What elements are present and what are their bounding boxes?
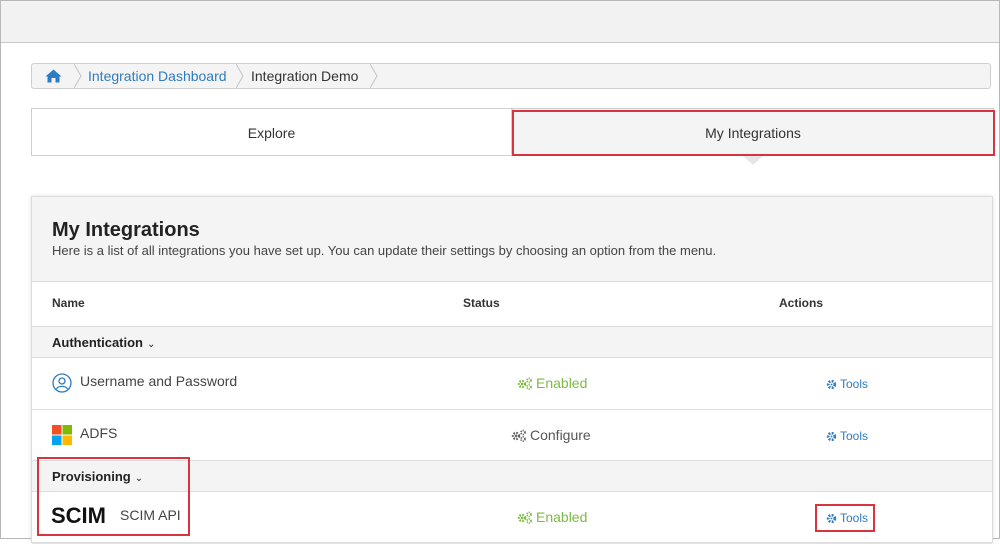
column-header-status: Status xyxy=(463,296,500,310)
group-label: Authentication xyxy=(52,335,143,350)
breadcrumb-separator xyxy=(236,64,244,88)
group-row-provisioning: Provisioning ⌄ xyxy=(32,460,992,492)
tab-my-integrations[interactable]: My Integrations xyxy=(512,108,994,156)
group-label: Provisioning xyxy=(52,469,131,484)
chevron-down-icon: ⌄ xyxy=(147,339,156,350)
tools-button[interactable]: Tools xyxy=(826,429,868,443)
gears-icon xyxy=(511,429,526,442)
gears-icon xyxy=(517,377,532,390)
tools-label: Tools xyxy=(840,377,869,391)
group-toggle-provisioning[interactable]: Provisioning ⌄ xyxy=(52,469,143,484)
status-configure[interactable]: Configure xyxy=(511,427,591,443)
tools-label: Tools xyxy=(840,511,869,525)
status-text: Configure xyxy=(530,427,591,443)
panel-description: Here is a list of all integrations you h… xyxy=(52,243,717,258)
table-row: ADFS Configure Tools xyxy=(32,409,992,462)
status-text: Enabled xyxy=(536,509,588,525)
windows-logo-icon xyxy=(52,425,72,445)
column-header-actions: Actions xyxy=(779,296,824,310)
panel-header: My Integrations Here is a list of all in… xyxy=(32,197,992,282)
status-enabled: Enabled xyxy=(517,375,587,391)
tools-button[interactable]: Tools xyxy=(826,511,868,525)
breadcrumb-integration-dashboard[interactable]: Integration Dashboard xyxy=(88,64,227,88)
svg-text:SCIM: SCIM xyxy=(51,504,106,526)
status-enabled: Enabled xyxy=(517,509,587,525)
column-header-name: Name xyxy=(52,296,85,310)
tab-explore[interactable]: Explore xyxy=(31,108,512,156)
scim-logo: SCIM xyxy=(51,504,106,526)
gear-icon xyxy=(826,431,837,441)
gears-icon xyxy=(517,511,532,524)
integration-name: SCIM API xyxy=(120,507,181,523)
panel-title: My Integrations xyxy=(52,219,200,241)
gear-icon xyxy=(826,379,837,389)
group-toggle-authentication[interactable]: Authentication ⌄ xyxy=(52,335,155,350)
top-bar xyxy=(1,1,999,43)
integration-name: ADFS xyxy=(80,425,118,441)
gear-icon xyxy=(826,513,837,523)
group-row-authentication: Authentication ⌄ xyxy=(32,326,992,358)
breadcrumb-integration-demo: Integration Demo xyxy=(251,68,359,84)
breadcrumb: Integration Dashboard Integration Demo xyxy=(31,63,991,89)
status-text: Enabled xyxy=(536,375,588,391)
tools-button[interactable]: Tools xyxy=(826,377,868,391)
integrations-panel: My Integrations Here is a list of all in… xyxy=(31,196,993,544)
user-circle-icon xyxy=(52,373,72,393)
table-row: SCIM SCIM API Enabled Tools xyxy=(32,491,992,544)
tools-label: Tools xyxy=(840,429,869,443)
active-tab-pointer xyxy=(743,156,763,165)
breadcrumb-home[interactable] xyxy=(32,64,74,88)
chevron-down-icon: ⌄ xyxy=(134,473,144,484)
breadcrumb-separator xyxy=(74,64,82,88)
table-row: Username and Password Enabled Tools xyxy=(32,357,992,410)
integration-name: Username and Password xyxy=(80,373,238,389)
home-icon xyxy=(45,69,61,83)
breadcrumb-separator xyxy=(370,64,378,88)
